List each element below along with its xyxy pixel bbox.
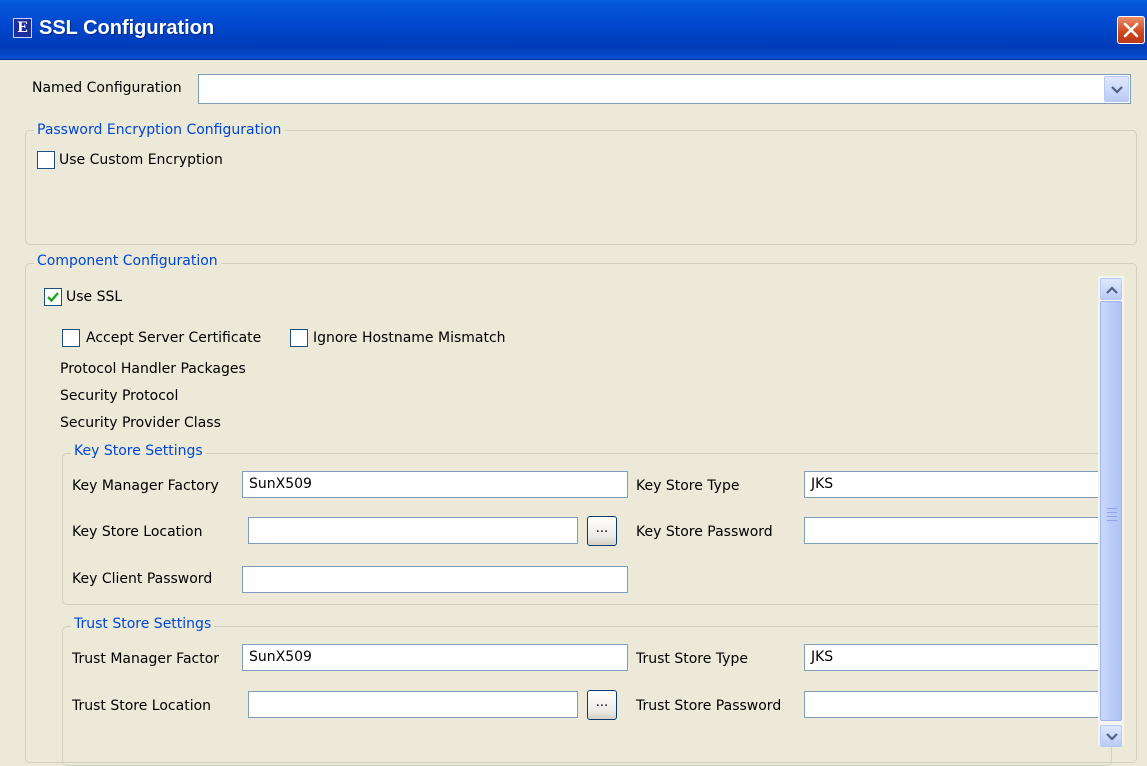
trust-store-browse-button[interactable]: ...	[587, 690, 617, 720]
key-store-type-input[interactable]: JKS	[804, 471, 1104, 498]
trust-store-password-input[interactable]	[804, 691, 1104, 718]
vertical-scrollbar[interactable]	[1098, 276, 1124, 747]
trust-store-location-input[interactable]	[248, 691, 578, 718]
password-encryption-group	[25, 130, 1137, 245]
close-icon	[1123, 22, 1139, 38]
window-title: SSL Configuration	[39, 17, 215, 39]
key-store-location-input[interactable]	[248, 517, 578, 544]
scroll-down-button[interactable]	[1100, 725, 1122, 747]
trust-manager-factory-label: Trust Manager Factor	[72, 651, 220, 667]
chevron-down-icon	[1106, 733, 1118, 741]
ignore-hostname-mismatch-checkbox[interactable]	[290, 329, 308, 347]
key-store-password-input[interactable]	[804, 517, 1104, 544]
app-icon: E	[13, 18, 32, 38]
accept-server-certificate-checkbox[interactable]	[62, 329, 80, 347]
scroll-thumb[interactable]	[1100, 301, 1122, 721]
use-ssl-checkbox[interactable]	[44, 288, 62, 306]
use-custom-encryption-checkbox[interactable]	[37, 151, 55, 169]
close-button[interactable]	[1117, 16, 1145, 44]
password-encryption-legend: Password Encryption Configuration	[34, 122, 285, 138]
named-configuration-label: Named Configuration	[32, 80, 182, 96]
key-store-type-label: Key Store Type	[636, 478, 740, 494]
protocol-handler-packages-label: Protocol Handler Packages	[60, 361, 246, 377]
use-ssl-label: Use SSL	[66, 289, 123, 305]
component-configuration-legend: Component Configuration	[34, 253, 221, 269]
trust-store-password-label: Trust Store Password	[636, 698, 782, 714]
named-configuration-select[interactable]	[198, 74, 1131, 104]
trust-store-type-label: Trust Store Type	[636, 651, 748, 667]
key-store-location-label: Key Store Location	[72, 524, 203, 540]
trust-store-type-input[interactable]: JKS	[804, 644, 1104, 671]
key-client-password-input[interactable]	[242, 566, 628, 593]
chevron-up-icon	[1106, 286, 1118, 294]
accept-server-certificate-label: Accept Server Certificate	[86, 330, 262, 346]
trust-store-legend: Trust Store Settings	[71, 616, 215, 632]
security-provider-class-label: Security Provider Class	[60, 415, 221, 431]
key-store-password-label: Key Store Password	[636, 524, 773, 540]
key-client-password-label: Key Client Password	[72, 571, 213, 587]
scroll-up-button[interactable]	[1100, 278, 1122, 300]
security-protocol-label: Security Protocol	[60, 388, 179, 404]
trust-manager-factory-input[interactable]: SunX509	[242, 644, 628, 671]
title-bar: E SSL Configuration	[0, 0, 1147, 60]
use-custom-encryption-label: Use Custom Encryption	[59, 152, 223, 168]
key-manager-factory-input[interactable]: SunX509	[242, 471, 628, 498]
key-manager-factory-label: Key Manager Factory	[72, 478, 219, 494]
ignore-hostname-mismatch-label: Ignore Hostname Mismatch	[313, 330, 506, 346]
trust-store-location-label: Trust Store Location	[72, 698, 212, 714]
dropdown-button[interactable]	[1104, 76, 1129, 102]
chevron-down-icon	[1111, 86, 1123, 94]
key-store-browse-button[interactable]: ...	[587, 516, 617, 546]
checkmark-icon	[47, 292, 59, 303]
key-store-legend: Key Store Settings	[71, 443, 206, 459]
